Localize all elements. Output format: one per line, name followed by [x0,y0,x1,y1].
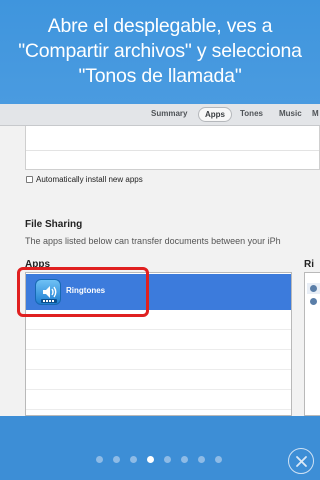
page-dot[interactable] [96,456,103,463]
close-button[interactable] [288,448,314,474]
row-divider [26,349,291,350]
file-sharing-documents-list [304,272,320,416]
page-dot[interactable] [164,456,171,463]
auto-install-checkbox[interactable] [26,176,33,183]
page-dot[interactable] [130,456,137,463]
itunes-screenshot: Summary Apps Tones Music M Automatically… [0,104,320,416]
page-dot[interactable] [113,456,120,463]
instruction-text: Abre el desplegable, ves a "Compartir ar… [0,14,320,89]
page-indicator [96,456,226,464]
tab-more[interactable]: M [312,109,319,118]
file-sharing-title: File Sharing [25,219,83,230]
close-icon [296,456,307,467]
row-divider [26,409,291,410]
row-divider [26,329,291,330]
tab-summary[interactable]: Summary [151,109,187,118]
tab-apps[interactable]: Apps [198,107,232,122]
document-row[interactable] [307,283,320,294]
instruction-line-2: "Compartir archivos" y selecciona [18,40,302,62]
auto-install-label: Automatically install new apps [36,175,143,184]
document-icon [310,285,317,292]
ringtones-highlight-frame [17,267,149,317]
instruction-line-1: Abre el desplegable, ves a [47,15,273,37]
page-dot[interactable] [181,456,188,463]
documents-column-header: Ri [304,259,314,270]
document-icon [310,298,317,305]
page-dot[interactable] [215,456,222,463]
page-dot[interactable] [198,456,205,463]
document-row[interactable] [307,296,320,307]
row-divider [26,389,291,390]
page-dot-active[interactable] [147,456,154,463]
divider [26,150,319,151]
device-tab-bar: Summary Apps Tones Music M [0,104,320,126]
row-divider [26,369,291,370]
instruction-line-3: "Tonos de llamada" [78,65,242,87]
file-sharing-description: The apps listed below can transfer docum… [25,236,281,246]
tutorial-banner: Abre el desplegable, ves a "Compartir ar… [0,0,320,104]
installed-apps-box [25,126,320,170]
tab-tones[interactable]: Tones [240,109,263,118]
tab-music[interactable]: Music [279,109,302,118]
